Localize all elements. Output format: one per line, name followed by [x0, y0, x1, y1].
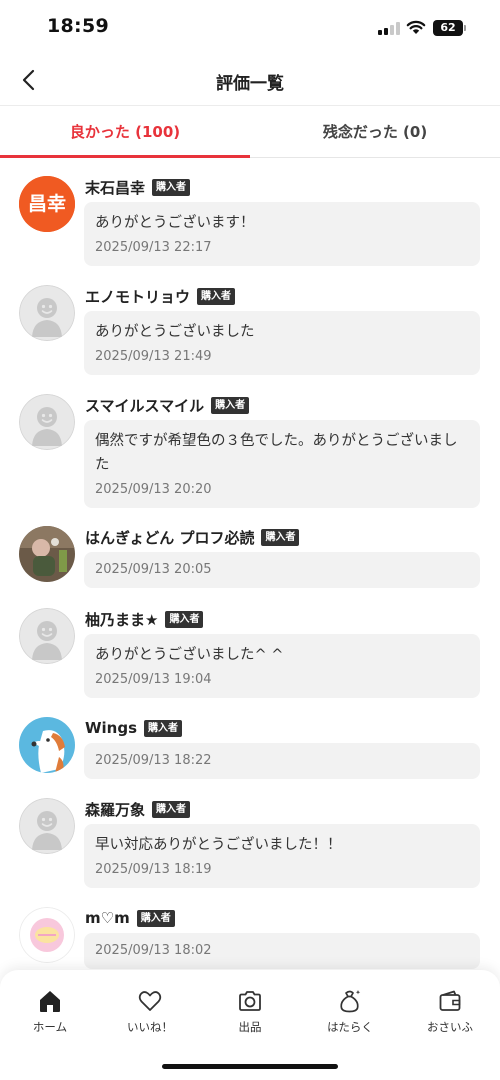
- review-date: 2025/09/13 22:17: [95, 240, 212, 255]
- buyer-badge: 購入者: [152, 178, 191, 196]
- review-comment: ありがとうございました^ ^: [95, 647, 284, 663]
- review-bubble: ありがとうございました 2025/09/13 21:49: [84, 311, 480, 375]
- nav-label: ホーム: [32, 1020, 68, 1034]
- default-user-icon: [19, 608, 75, 664]
- camera-icon: [239, 991, 261, 1011]
- tab-good[interactable]: 良かった (100): [0, 107, 250, 157]
- nav-likes[interactable]: いいね！: [100, 988, 200, 1035]
- home-icon: [40, 991, 60, 1012]
- battery-icon: 62: [433, 20, 463, 36]
- buyer-badge: 購入者: [144, 719, 183, 737]
- review-comment: ありがとうございました: [95, 324, 255, 340]
- buyer-badge: 購入者: [261, 528, 300, 546]
- review-bubble: 早い対応ありがとうございました！！ 2025/09/13 18:19: [84, 824, 480, 888]
- rating-tabs: 良かった (100) 残念だった (0): [0, 107, 500, 158]
- review-bubble: 2025/09/13 20:05: [84, 552, 480, 588]
- review-bubble: 2025/09/13 18:02: [84, 933, 480, 969]
- avatar[interactable]: [19, 907, 75, 963]
- username[interactable]: スマイルスマイル: [85, 395, 204, 416]
- nav-wallet[interactable]: おさいふ: [400, 988, 500, 1035]
- review-date: 2025/09/13 18:22: [95, 753, 212, 768]
- default-user-icon: [19, 798, 75, 854]
- heart-icon: [138, 991, 162, 1011]
- buyer-badge: 購入者: [165, 610, 204, 628]
- avatar[interactable]: [19, 798, 75, 854]
- avatar[interactable]: [19, 608, 75, 664]
- default-user-icon: [19, 285, 75, 341]
- username[interactable]: エノモトリョウ: [85, 286, 190, 307]
- review-comment: 早い対応ありがとうございました！！: [95, 837, 342, 853]
- wallet-icon: [439, 990, 461, 1011]
- nav-work[interactable]: はたらく: [300, 988, 400, 1035]
- home-indicator: [162, 1064, 338, 1069]
- page-title: 評価一覧: [216, 74, 284, 94]
- nav-label: はたらく: [327, 1020, 373, 1034]
- buyer-badge: 購入者: [152, 800, 191, 818]
- tab-bad[interactable]: 残念だった (0): [250, 107, 500, 157]
- nav-sell[interactable]: 出品: [200, 988, 300, 1035]
- avatar[interactable]: [19, 526, 75, 582]
- nav-label: おさいふ: [427, 1020, 473, 1034]
- status-bar: 18:59 62: [0, 0, 500, 56]
- avatar[interactable]: [19, 394, 75, 450]
- buyer-badge: 購入者: [211, 396, 250, 414]
- username[interactable]: m♡m: [85, 909, 130, 927]
- status-time: 18:59: [47, 15, 109, 37]
- default-user-icon: [19, 394, 75, 450]
- dog-avatar-icon: [19, 717, 75, 773]
- username[interactable]: 森羅万象: [85, 799, 145, 820]
- buyer-badge: 購入者: [136, 909, 175, 927]
- review-date: 2025/09/13 18:19: [95, 862, 212, 877]
- money-bag-icon: [340, 990, 361, 1013]
- wifi-icon: [406, 20, 426, 34]
- pastel-avatar-icon: [19, 907, 75, 963]
- username[interactable]: 末石昌幸: [85, 177, 145, 198]
- review-list: 昌幸 末石昌幸 購入者 ありがとうございます！ 2025/09/13 22:17…: [0, 158, 500, 978]
- review-bubble: ありがとうございます！ 2025/09/13 22:17: [84, 202, 480, 266]
- buyer-badge: 購入者: [197, 287, 236, 305]
- avatar[interactable]: 昌幸: [19, 176, 75, 232]
- review-date: 2025/09/13 19:04: [95, 672, 212, 687]
- review-date: 2025/09/13 20:05: [95, 562, 212, 577]
- username[interactable]: Wings: [85, 719, 137, 737]
- review-bubble: ありがとうございました^ ^ 2025/09/13 19:04: [84, 634, 480, 698]
- avatar[interactable]: [19, 285, 75, 341]
- review-date: 2025/09/13 21:49: [95, 349, 212, 364]
- cellular-signal-icon: [378, 22, 400, 35]
- review-bubble: 偶然ですが希望色の３色でした。ありがとうございました 2025/09/13 20…: [84, 420, 480, 508]
- avatar[interactable]: [19, 717, 75, 773]
- review-bubble: 2025/09/13 18:22: [84, 743, 480, 779]
- review-comment: 偶然ですが希望色の３色でした。ありがとうございました: [95, 433, 458, 473]
- header: 評価一覧: [0, 56, 500, 106]
- review-comment: ありがとうございます！: [95, 215, 255, 231]
- nav-label: 出品: [238, 1020, 262, 1034]
- review-date: 2025/09/13 18:02: [95, 943, 212, 958]
- review-date: 2025/09/13 20:20: [95, 482, 212, 497]
- username[interactable]: 柚乃まま★: [85, 609, 158, 630]
- user-photo-icon: [19, 526, 75, 582]
- nav-label: いいね！: [127, 1020, 173, 1034]
- username[interactable]: はんぎょどん プロフ必読: [85, 527, 254, 548]
- nav-home[interactable]: ホーム: [0, 988, 100, 1035]
- avatar-text: 昌幸: [27, 193, 66, 215]
- battery-tip: [464, 25, 466, 31]
